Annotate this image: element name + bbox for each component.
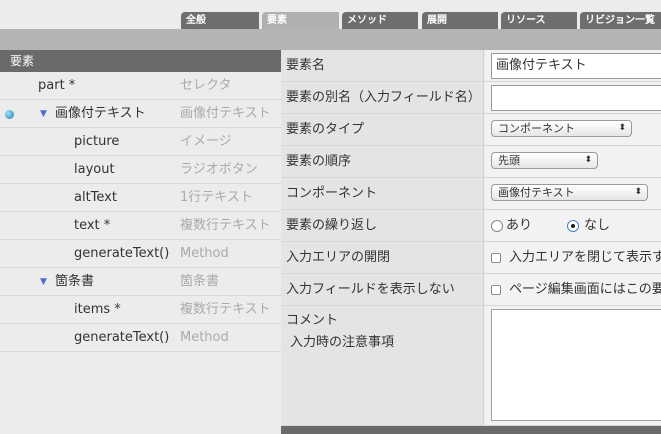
element-properties-form: 要素名 画像付テキスト 要素の別名（入力フィールド名） 要素のタイプ コンポーネ… [281,50,661,434]
repeat-label: 要素の繰り返し [281,210,484,241]
component-value: 画像付テキスト [498,186,575,199]
selected-bullet-icon [5,110,14,119]
tree-row-image-text[interactable]: ▼ 画像付テキスト 画像付テキスト [0,100,281,128]
expand-triangle-icon[interactable]: ▼ [40,100,47,128]
element-name-input[interactable]: 画像付テキスト [491,53,661,79]
open-area-label: 入力エリアの開閉 [281,242,484,273]
tab-revisions[interactable]: リビジョン一覧 [580,12,661,29]
expand-triangle-icon[interactable]: ▼ [40,268,47,296]
bottom-strip [281,426,661,434]
element-type-label: 要素のタイプ [281,114,484,145]
component-label: コンポーネント [281,178,484,209]
repeat-no-radio[interactable] [567,220,579,232]
hide-field-checkbox-label: ページ編集画面にはこの要 [509,282,661,297]
element-alias-label: 要素の別名（入力フィールド名） [281,82,484,113]
tree-row-type: ラジオボタン [180,162,258,177]
element-alias-cell [485,82,661,113]
tree-row-part[interactable]: part * セレクタ [0,72,281,100]
tree-row-type: 1行テキスト [180,190,253,205]
tree-row-type: セレクタ [180,78,232,93]
element-type-select[interactable]: コンポーネント ⬍ [491,120,632,137]
element-type-cell: コンポーネント ⬍ [485,114,661,145]
form-row-element-type: 要素のタイプ コンポーネント ⬍ [281,114,661,146]
tree-row-name: text * [74,218,111,233]
tree-row-layout[interactable]: layout ラジオボタン [0,156,281,184]
select-arrows-icon: ⬍ [584,155,592,165]
tab-strip: 全般 要素 メソッド 展開 リソース リビジョン一覧 [0,12,661,29]
tree-row-name: layout [74,162,115,177]
open-area-cell: 入力エリアを閉じて表示す [485,242,661,273]
repeat-yes-label: あり [506,218,533,233]
element-order-label: 要素の順序 [281,146,484,177]
tab-elements[interactable]: 要素 [262,12,339,29]
tree-row-name: generateText() [74,246,170,261]
tree-row-type: 箇条書 [180,274,220,289]
element-type-value: コンポーネント [498,122,575,135]
open-area-checkbox[interactable] [491,253,501,263]
tree-row-type: 複数行テキスト [180,302,271,317]
element-tree-header: 要素 [0,50,281,72]
component-cell: 画像付テキスト ⬍ [485,178,661,209]
tree-row-items[interactable]: items * 複数行テキスト [0,296,281,324]
hide-field-checkbox[interactable] [491,285,501,295]
element-name-label: 要素名 [281,50,484,81]
element-name-cell: 画像付テキスト [485,50,661,81]
comment-label-cell: コメント 入力時の注意事項 [281,306,484,425]
tree-row-name: altText [74,190,117,205]
select-arrows-icon: ⬍ [634,187,642,197]
element-order-value: 先頭 [498,154,520,167]
comment-cell [485,306,661,425]
open-area-checkbox-label: 入力エリアを閉じて表示す [509,250,661,265]
comment-textarea[interactable] [491,309,661,421]
select-arrows-icon: ⬍ [618,123,626,133]
tree-row-name: 画像付テキスト [55,106,146,121]
comment-label: コメント [286,313,339,328]
element-alias-input[interactable] [491,85,661,111]
hide-field-cell: ページ編集画面にはこの要 [485,274,661,305]
comment-sublabel: 入力時の注意事項 [290,335,395,350]
form-row-comment: コメント 入力時の注意事項 [281,306,661,426]
tree-row-name: picture [74,134,120,149]
form-row-element-alias: 要素の別名（入力フィールド名） [281,82,661,114]
tab-deploy[interactable]: 展開 [422,12,498,29]
tree-row-type: Method [180,246,229,261]
tab-underline [0,29,661,50]
element-order-cell: 先頭 ⬍ [485,146,661,177]
tree-row-name: generateText() [74,330,170,345]
form-row-component: コンポーネント 画像付テキスト ⬍ [281,178,661,210]
tree-row-type: イメージ [180,134,232,149]
component-select[interactable]: 画像付テキスト ⬍ [491,184,648,201]
tree-row-alttext[interactable]: altText 1行テキスト [0,184,281,212]
tree-row-generatetext-2[interactable]: generateText() Method [0,324,281,352]
tree-row-name: items * [74,302,121,317]
form-row-open-area: 入力エリアの開閉 入力エリアを閉じて表示す [281,242,661,274]
tree-row-bullet-list[interactable]: ▼ 箇条書 箇条書 [0,268,281,296]
form-row-element-name: 要素名 画像付テキスト [281,50,661,82]
tree-row-generatetext[interactable]: generateText() Method [0,240,281,268]
tree-row-type: 複数行テキスト [180,218,271,233]
form-row-element-order: 要素の順序 先頭 ⬍ [281,146,661,178]
tab-methods[interactable]: メソッド [342,12,418,29]
element-tree-panel: 要素 part * セレクタ ▼ 画像付テキスト 画像付テキスト picture… [0,50,281,434]
tree-row-type: 画像付テキスト [180,106,271,121]
form-row-repeat: 要素の繰り返し あり なし [281,210,661,242]
hide-field-label: 入力フィールドを表示しない [281,274,484,305]
top-bar: 全般 要素 メソッド 展開 リソース リビジョン一覧 [0,0,661,50]
tree-row-picture[interactable]: picture イメージ [0,128,281,156]
tab-general[interactable]: 全般 [181,12,259,29]
repeat-no-label: なし [584,218,611,233]
tree-row-name: 箇条書 [55,274,95,289]
tab-resources[interactable]: リソース [501,12,577,29]
tree-row-type: Method [180,330,229,345]
form-row-hide-field: 入力フィールドを表示しない ページ編集画面にはこの要 [281,274,661,306]
repeat-cell: あり なし [485,210,661,241]
element-order-select[interactable]: 先頭 ⬍ [491,152,598,169]
tree-row-name: part * [38,78,76,93]
repeat-yes-radio[interactable] [491,220,503,232]
tree-row-text[interactable]: text * 複数行テキスト [0,212,281,240]
